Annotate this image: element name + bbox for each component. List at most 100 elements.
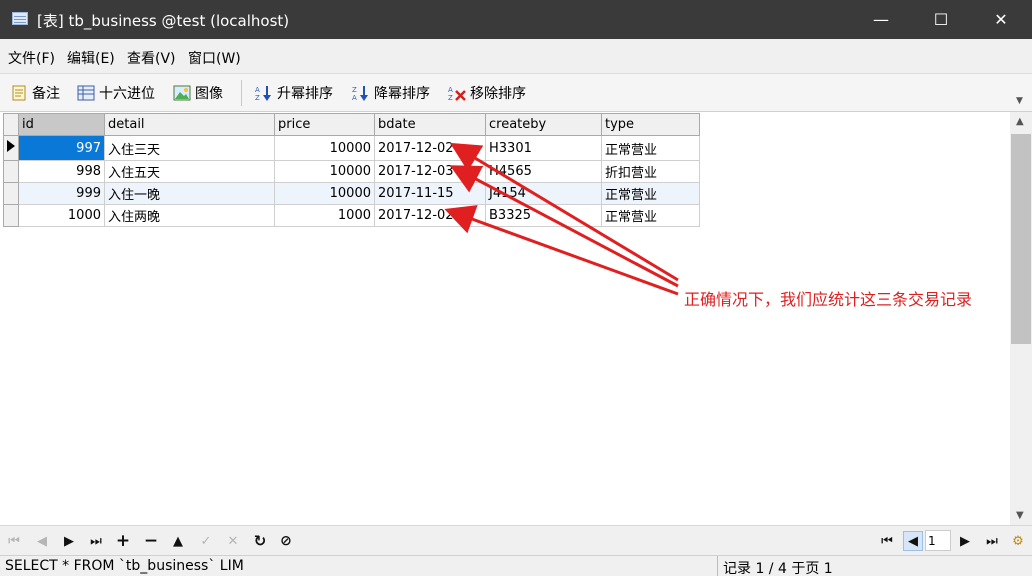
column-header-id[interactable]: id xyxy=(18,113,105,136)
vertical-scrollbar[interactable]: ▲ ▼ xyxy=(1010,112,1032,525)
remove-sort-icon: AZ xyxy=(448,84,466,102)
table-row[interactable]: 999 入住一晚 10000 2017-11-15 J4154 正常营业 xyxy=(3,182,700,205)
toolbar-separator xyxy=(241,80,242,106)
remove-sort-label: 移除排序 xyxy=(470,86,526,102)
scroll-up-icon[interactable]: ▲ xyxy=(1016,116,1024,127)
cell-price[interactable]: 1000 xyxy=(274,204,375,227)
page-number-input[interactable] xyxy=(925,530,951,551)
cell-id[interactable]: 997 xyxy=(18,135,105,161)
column-header-createby[interactable]: createby xyxy=(485,113,602,136)
picture-icon xyxy=(173,84,191,102)
page-settings-icon[interactable]: ⚙ xyxy=(1008,531,1028,551)
row-header-current[interactable] xyxy=(3,135,19,161)
record-navigation-bar: ⏮ ◀ ▶ ⏭ + − ▲ ✓ ✕ ↻ ⊘ ⏮ ◀ ▶ ⏭ ⚙ xyxy=(0,525,1032,555)
data-grid-area: id detail price bdate createby type 997 … xyxy=(0,112,1032,525)
delete-record-icon[interactable]: − xyxy=(141,531,161,551)
table-row[interactable]: 997 入住三天 10000 2017-12-02 H3301 正常营业 xyxy=(3,135,700,161)
close-button[interactable]: ✕ xyxy=(978,0,1024,39)
add-record-icon[interactable]: + xyxy=(113,531,133,551)
cell-type[interactable]: 正常营业 xyxy=(601,204,700,227)
status-record-info: 记录 1 / 4 于页 1 xyxy=(723,561,833,576)
cell-id[interactable]: 999 xyxy=(18,182,105,205)
sort-descending-icon: ZA xyxy=(352,84,370,102)
annotation-text: 正确情况下，我们应统计这三条交易记录 xyxy=(684,290,973,309)
cell-bdate[interactable]: 2017-11-15 xyxy=(374,182,486,205)
status-separator xyxy=(717,556,718,576)
last-record-icon[interactable]: ⏭ xyxy=(86,531,106,551)
cell-detail[interactable]: 入住五天 xyxy=(104,160,275,183)
column-header-bdate[interactable]: bdate xyxy=(374,113,486,136)
first-record-icon[interactable]: ⏮ xyxy=(4,531,24,551)
image-button[interactable]: 图像 xyxy=(173,82,223,104)
memo-button[interactable]: 备注 xyxy=(10,82,60,104)
refresh-icon[interactable]: ↻ xyxy=(250,531,270,551)
image-label: 图像 xyxy=(195,86,223,102)
cell-createby[interactable]: H3301 xyxy=(485,135,602,161)
hex-label: 十六进位 xyxy=(99,86,155,102)
hex-grid-icon xyxy=(77,84,95,102)
hex-button[interactable]: 十六进位 xyxy=(77,82,155,104)
svg-text:Z: Z xyxy=(352,86,357,94)
maximize-button[interactable]: ☐ xyxy=(918,0,964,39)
cell-createby[interactable]: B3325 xyxy=(485,204,602,227)
scroll-down-icon[interactable]: ▼ xyxy=(1016,510,1024,521)
next-page-icon[interactable]: ▶ xyxy=(955,531,975,551)
cell-id[interactable]: 1000 xyxy=(18,204,105,227)
column-header-type[interactable]: type xyxy=(601,113,700,136)
table-row[interactable]: 1000 入住两晚 1000 2017-12-02 B3325 正常营业 xyxy=(3,204,700,227)
minimize-button[interactable]: — xyxy=(858,0,904,39)
row-header[interactable] xyxy=(3,182,19,205)
svg-text:Z: Z xyxy=(448,94,453,102)
cell-detail[interactable]: 入住两晚 xyxy=(104,204,275,227)
sort-desc-button[interactable]: ZA 降幂排序 xyxy=(352,82,430,104)
toolbar-overflow-icon[interactable]: ▼ xyxy=(1016,96,1023,106)
window-title: [表] tb_business @test (localhost) xyxy=(37,12,290,30)
column-header-detail[interactable]: detail xyxy=(104,113,275,136)
cell-bdate[interactable]: 2017-12-02 xyxy=(374,204,486,227)
toolbar: 备注 十六进位 图像 AZ 升幂排序 ZA 降幂排序 AZ 移除排序 ▼ xyxy=(0,74,1032,112)
cell-type[interactable]: 正常营业 xyxy=(601,182,700,205)
apply-edit-icon[interactable]: ▲ xyxy=(168,531,188,551)
status-sql: SELECT * FROM `tb_business` LIM xyxy=(5,558,244,574)
menu-edit[interactable]: 编辑(E) xyxy=(67,48,115,68)
scroll-thumb[interactable] xyxy=(1011,134,1031,344)
confirm-icon[interactable]: ✓ xyxy=(196,531,216,551)
row-header[interactable] xyxy=(3,160,19,183)
remove-sort-button[interactable]: AZ 移除排序 xyxy=(448,82,526,104)
table-row[interactable]: 998 入住五天 10000 2017-12-03 H4565 折扣营业 xyxy=(3,160,700,183)
first-page-icon[interactable]: ⏮ xyxy=(877,531,897,551)
cell-detail[interactable]: 入住一晚 xyxy=(104,182,275,205)
cell-bdate[interactable]: 2017-12-03 xyxy=(374,160,486,183)
cell-price[interactable]: 10000 xyxy=(274,135,375,161)
svg-text:A: A xyxy=(352,94,357,102)
row-header[interactable] xyxy=(3,204,19,227)
cell-id[interactable]: 998 xyxy=(18,160,105,183)
cancel-edit-icon[interactable]: ✕ xyxy=(223,531,243,551)
cell-price[interactable]: 10000 xyxy=(274,182,375,205)
column-header-price[interactable]: price xyxy=(274,113,375,136)
stop-icon[interactable]: ⊘ xyxy=(276,531,296,551)
grid-header-row: id detail price bdate createby type xyxy=(3,113,700,136)
sort-asc-button[interactable]: AZ 升幂排序 xyxy=(255,82,333,104)
menu-view[interactable]: 查看(V) xyxy=(127,48,176,68)
prev-page-icon[interactable]: ◀ xyxy=(903,531,923,551)
cell-type[interactable]: 折扣营业 xyxy=(601,160,700,183)
menu-window[interactable]: 窗口(W) xyxy=(188,48,241,68)
cell-type[interactable]: 正常营业 xyxy=(601,135,700,161)
svg-text:Z: Z xyxy=(255,94,260,102)
data-grid: id detail price bdate createby type 997 … xyxy=(3,113,700,227)
cell-detail[interactable]: 入住三天 xyxy=(104,135,275,161)
cell-price[interactable]: 10000 xyxy=(274,160,375,183)
row-header-corner xyxy=(3,113,19,136)
cell-createby[interactable]: J4154 xyxy=(485,182,602,205)
cell-bdate[interactable]: 2017-12-02 xyxy=(374,135,486,161)
sort-ascending-icon: AZ xyxy=(255,84,273,102)
prev-record-icon[interactable]: ◀ xyxy=(32,531,52,551)
last-page-icon[interactable]: ⏭ xyxy=(982,531,1002,551)
cell-createby[interactable]: H4565 xyxy=(485,160,602,183)
next-record-icon[interactable]: ▶ xyxy=(59,531,79,551)
memo-icon xyxy=(10,84,28,102)
status-bar: SELECT * FROM `tb_business` LIM 记录 1 / 4… xyxy=(0,555,1032,576)
menu-bar: 文件(F) 编辑(E) 查看(V) 窗口(W) xyxy=(0,39,1032,74)
menu-file[interactable]: 文件(F) xyxy=(8,48,55,68)
